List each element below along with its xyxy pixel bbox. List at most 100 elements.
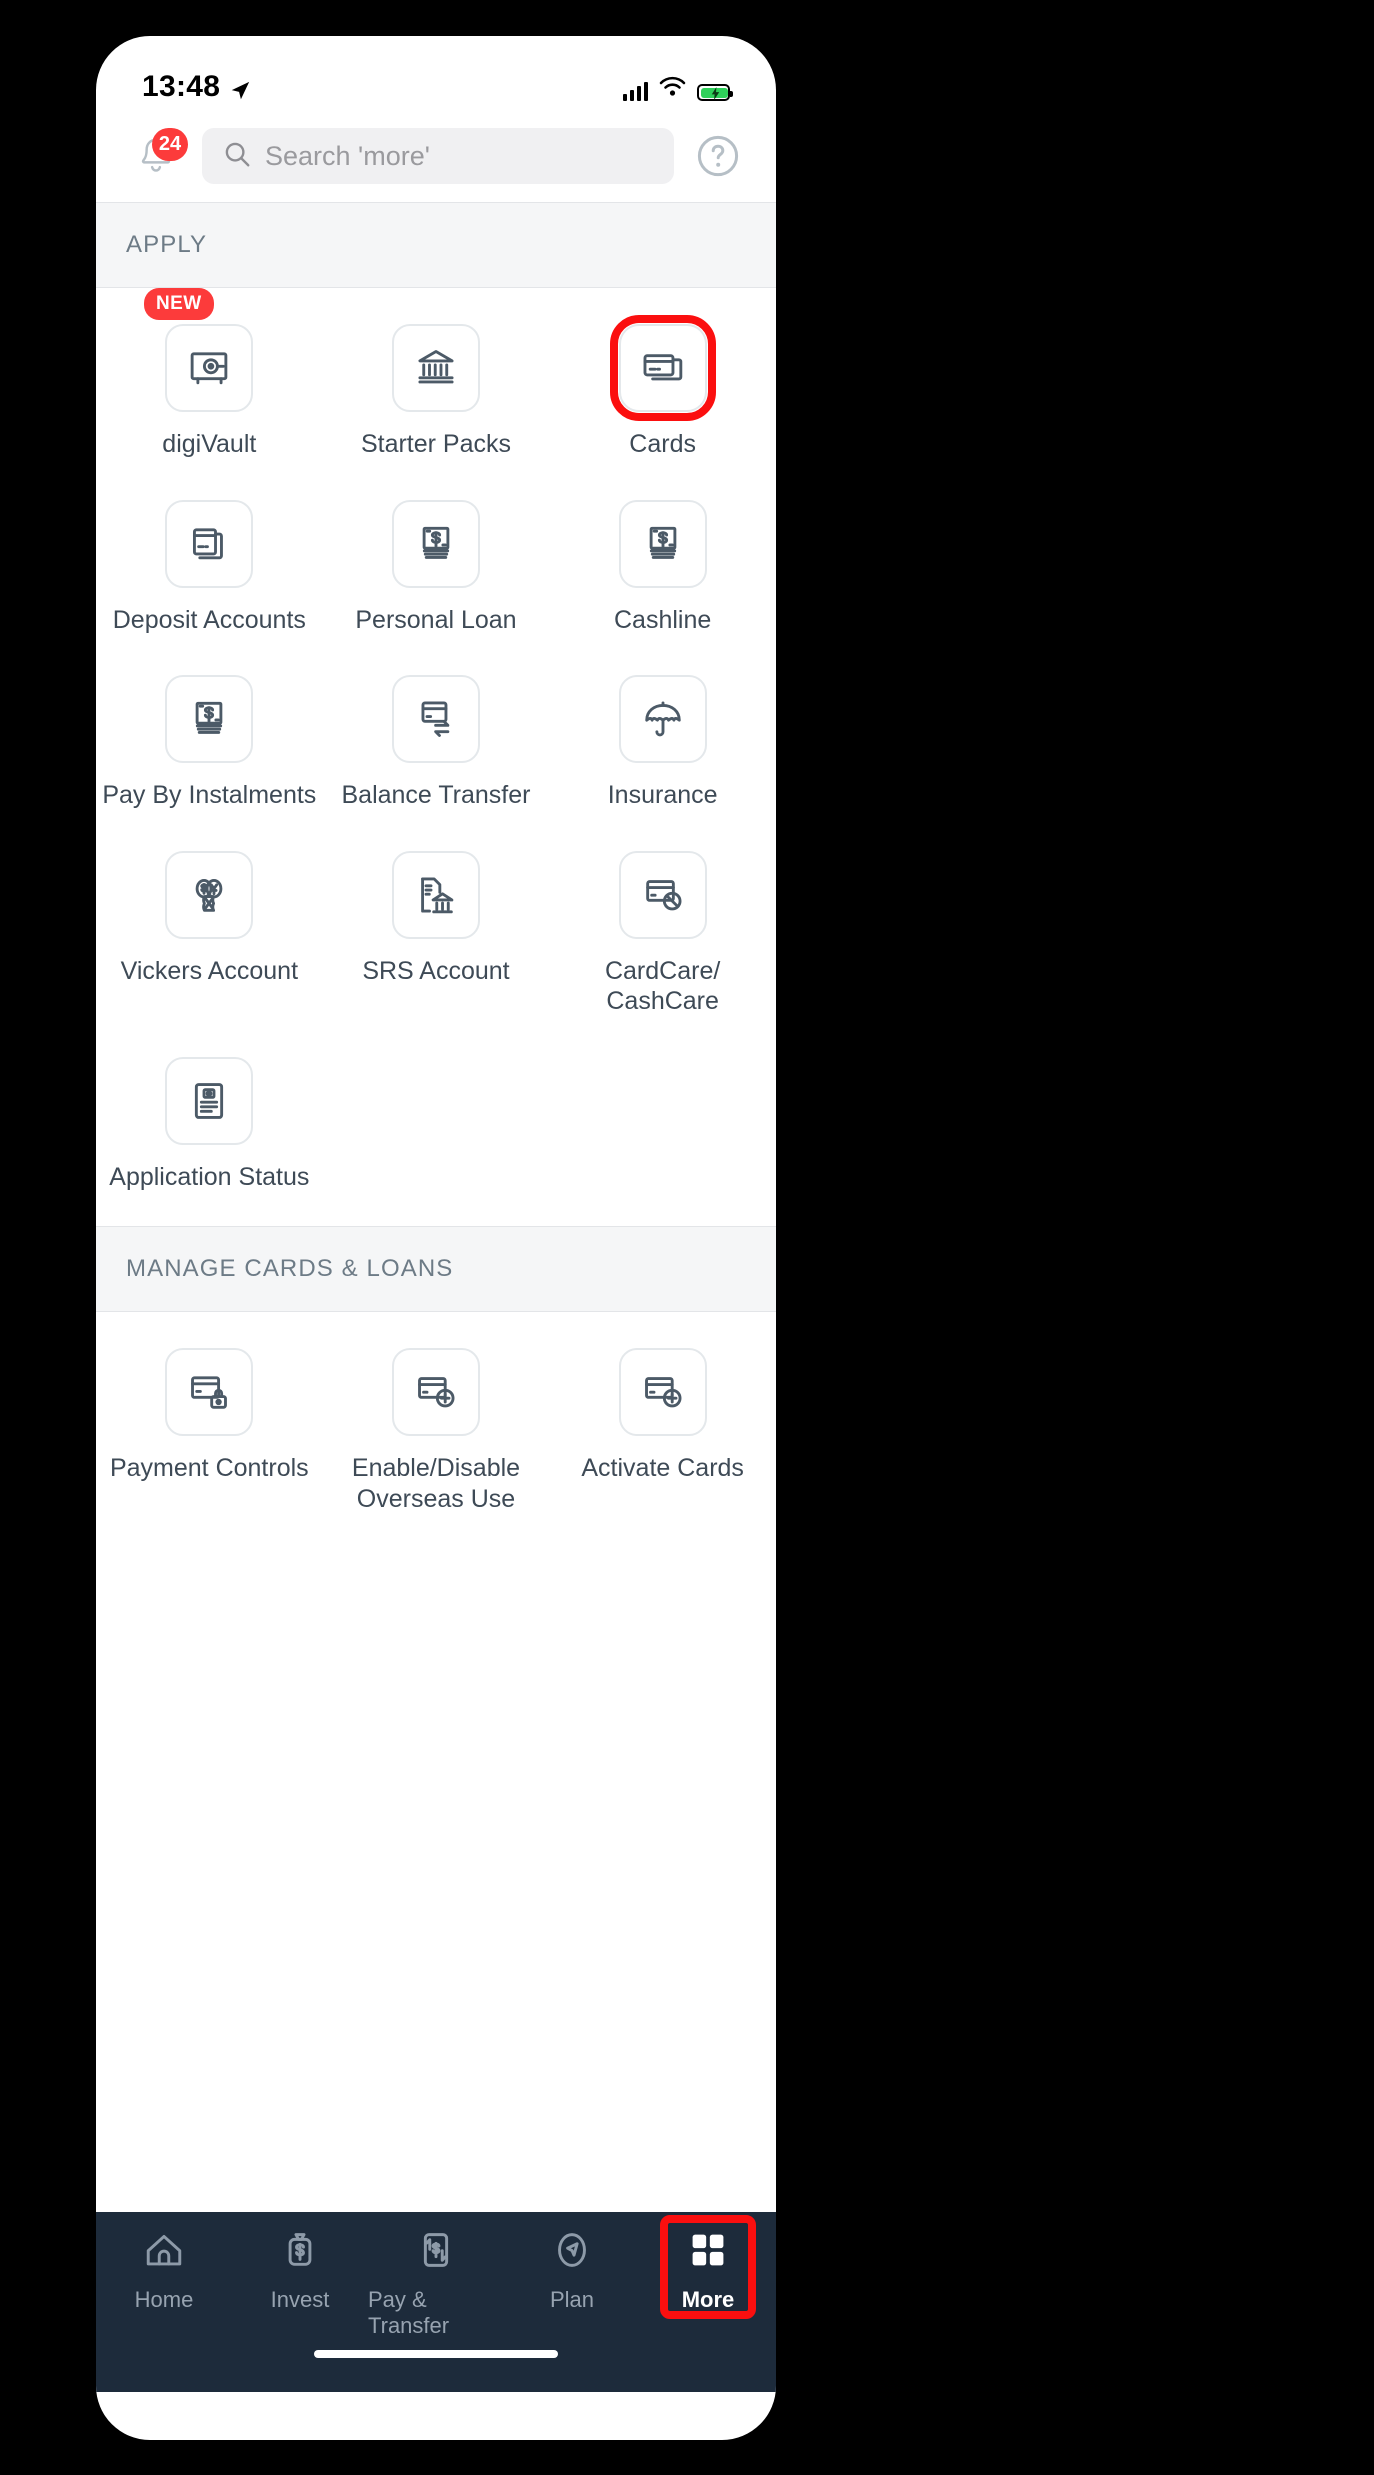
- tile-label: Application Status: [109, 1162, 310, 1191]
- tile-icon-frame: [618, 1348, 707, 1436]
- tile-insurance[interactable]: Insurance: [549, 653, 776, 829]
- tile-label: Pay By Instalments: [102, 781, 317, 809]
- tile-label: Enable/Disable Overseas Use: [351, 1454, 521, 1513]
- content-area[interactable]: APPLY NEW digiVault Starter Packs Cards Depo…: [96, 202, 776, 2212]
- tile-digivault[interactable]: NEW digiVault: [96, 288, 323, 478]
- tile-icon-frame: [391, 324, 480, 412]
- help-circle-icon[interactable]: [694, 132, 742, 180]
- tile-icon-frame: [618, 499, 707, 588]
- tile-vickers-account[interactable]: Vickers Account: [96, 829, 323, 1035]
- search-placeholder: Search 'more': [265, 140, 430, 171]
- section-header-apply: APPLY: [96, 202, 776, 288]
- tile-cashline[interactable]: Cashline: [549, 478, 776, 654]
- tab-home[interactable]: Home: [96, 2228, 232, 2313]
- cellular-signal-icon: [622, 81, 648, 101]
- section-header-manage: MANAGE CARDS & LOANS: [96, 1226, 776, 1312]
- stacked-cards-icon: [186, 521, 232, 567]
- notifications-button[interactable]: 24: [130, 128, 188, 182]
- tile-srs-account[interactable]: SRS Account: [323, 829, 550, 1035]
- home-icon: [142, 2228, 186, 2277]
- vault-icon: [186, 345, 232, 391]
- screenshot-root: 13:48 24 Search 'more' APPLY NEW digiVau…: [0, 0, 1374, 2475]
- tile-label: Cards: [629, 430, 696, 458]
- tile-label: Cashline: [614, 605, 712, 634]
- tile-icon-frame: [165, 850, 254, 939]
- tile-label: Starter Packs: [360, 430, 512, 458]
- umbrella-icon: [640, 696, 686, 742]
- section-title: MANAGE CARDS & LOANS: [126, 1255, 454, 1282]
- app-header: 24 Search 'more': [96, 110, 776, 202]
- tab-label: Plan: [549, 2287, 595, 2312]
- tile-icon-frame: [165, 324, 254, 412]
- tile-icon-frame: [609, 315, 716, 421]
- tile-deposit-accounts[interactable]: Deposit Accounts: [96, 478, 323, 654]
- tab-label: Home: [134, 2287, 194, 2312]
- bank-building-icon: [413, 345, 459, 391]
- tile-activate-cards[interactable]: Activate Cards: [549, 1326, 776, 1532]
- new-badge: NEW: [144, 288, 214, 320]
- tile-icon-frame: [165, 1348, 254, 1436]
- tab-label: Pay & Transfer: [368, 2287, 450, 2338]
- tile-label: Payment Controls: [109, 1454, 309, 1482]
- tile-icon-frame: [391, 499, 480, 588]
- search-icon: [222, 139, 252, 174]
- wifi-icon: [659, 76, 686, 101]
- search-input[interactable]: Search 'more': [202, 128, 674, 184]
- section-title: APPLY: [126, 231, 208, 258]
- tab-label: Invest: [270, 2287, 330, 2312]
- tab-plan[interactable]: Plan: [504, 2228, 640, 2313]
- tile-balance-transfer[interactable]: Balance Transfer: [323, 653, 550, 829]
- tile-icon-frame: [391, 675, 480, 763]
- tile-application-status[interactable]: Application Status: [96, 1035, 323, 1211]
- tile-label: SRS Account: [362, 956, 510, 985]
- battery-charging-icon: [697, 84, 733, 101]
- phone-frame: 13:48 24 Search 'more' APPLY NEW digiVau…: [96, 36, 776, 2440]
- tile-icon-frame: [391, 850, 480, 939]
- credit-cards-icon: [640, 345, 686, 391]
- tile-icon-frame: [618, 675, 707, 763]
- tile-icon-frame: [391, 1348, 480, 1436]
- tile-enable-disable-overseas-use[interactable]: Enable/Disable Overseas Use: [323, 1326, 550, 1532]
- card-plus-icon: [413, 1369, 459, 1415]
- manage-grid: Payment Controls Enable/Disable Overseas …: [96, 1312, 776, 1548]
- cash-note-icon: [640, 521, 686, 567]
- tile-label: CardCare/ CashCare: [604, 956, 721, 1016]
- tile-label: Deposit Accounts: [112, 605, 306, 634]
- currency-exchange-icon: [186, 872, 232, 918]
- tile-icon-frame: [618, 850, 707, 939]
- tile-personal-loan[interactable]: Personal Loan: [323, 478, 550, 654]
- location-arrow-icon: [229, 76, 251, 100]
- cash-note-icon: [413, 521, 459, 567]
- compass-icon: [550, 2228, 594, 2277]
- transfer-icon: [414, 2228, 458, 2277]
- tile-payment-controls[interactable]: Payment Controls: [96, 1326, 323, 1532]
- tab-pay-transfer[interactable]: Pay & Transfer: [368, 2228, 504, 2339]
- apply-grid: NEW digiVault Starter Packs Cards Deposit Ac…: [96, 288, 776, 1226]
- tab-more[interactable]: More: [640, 2215, 776, 2319]
- document-bank-icon: [413, 872, 459, 918]
- card-blocked-icon: [640, 872, 686, 918]
- tile-label: Activate Cards: [581, 1454, 744, 1482]
- application-doc-icon: [186, 1078, 232, 1124]
- cash-note-icon: [186, 696, 232, 742]
- tile-starter-packs[interactable]: Starter Packs: [323, 302, 550, 478]
- tile-cardcare-cashcare[interactable]: CardCare/ CashCare: [549, 829, 776, 1035]
- tile-pay-by-instalments[interactable]: Pay By Instalments: [96, 653, 323, 829]
- card-lock-icon: [186, 1369, 232, 1415]
- card-transfer-icon: [413, 696, 459, 742]
- tile-label: digiVault: [162, 430, 257, 458]
- tab-invest[interactable]: Invest: [232, 2228, 368, 2313]
- status-time: 13:48: [142, 70, 221, 103]
- money-bag-icon: [278, 2228, 322, 2277]
- tile-label: Vickers Account: [120, 956, 299, 985]
- tile-cards[interactable]: Cards: [549, 302, 776, 478]
- status-icons: [622, 76, 733, 104]
- status-bar: 13:48: [96, 36, 776, 110]
- tile-icon-frame: [165, 675, 254, 763]
- notification-count-badge: 24: [152, 128, 188, 161]
- active-tab-highlight: [660, 2215, 756, 2319]
- tile-label: Personal Loan: [355, 605, 517, 634]
- home-indicator: [314, 2350, 558, 2358]
- card-plus-icon: [640, 1369, 686, 1415]
- tile-icon-frame: [165, 499, 254, 588]
